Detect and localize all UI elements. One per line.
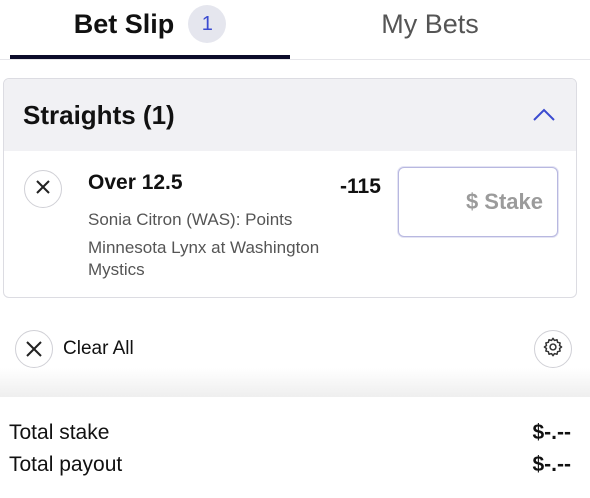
bet-market: Sonia Citron (WAS): Points: [88, 210, 293, 229]
total-payout-label: Total payout: [9, 453, 123, 476]
section-title: Straights (1): [23, 99, 175, 130]
total-payout-row: Total payout $-.--: [9, 453, 571, 477]
clear-all-button[interactable]: Clear All: [15, 330, 134, 368]
active-tab-indicator: [10, 55, 290, 59]
straights-header[interactable]: Straights (1): [4, 79, 576, 151]
total-stake-label: Total stake: [9, 421, 110, 444]
remove-bet-button[interactable]: [24, 170, 62, 208]
straights-card: Straights (1) Over 12.5 Sonia Citron (WA…: [3, 78, 577, 298]
close-icon: [15, 330, 53, 368]
tab-bet-slip-label: Bet Slip: [73, 8, 175, 39]
bet-selection: Over 12.5: [88, 171, 183, 194]
totals-panel: Total stake $-.-- Total payout $-.--: [0, 397, 590, 498]
clear-all-label: Clear All: [63, 338, 134, 359]
stake-input[interactable]: [398, 167, 558, 237]
tab-bet-slip[interactable]: Bet Slip 1: [10, 0, 290, 58]
scroll-fade: [0, 368, 590, 398]
close-icon: [35, 179, 51, 200]
total-payout-value: $-.--: [532, 453, 572, 476]
bet-item: Over 12.5 Sonia Citron (WAS): Points Min…: [4, 151, 576, 297]
bet-slip-count-badge: 1: [188, 5, 227, 43]
tab-my-bets[interactable]: My Bets: [290, 0, 570, 58]
settings-button[interactable]: [534, 330, 572, 368]
tab-my-bets-label: My Bets: [381, 8, 479, 39]
chevron-up-icon[interactable]: [530, 101, 558, 129]
bet-tabs: Bet Slip 1 My Bets: [0, 0, 590, 60]
bet-odds: -115: [340, 175, 381, 198]
gear-icon: [542, 336, 564, 363]
bet-event: Minnesota Lynx at Washington Mystics: [88, 238, 320, 279]
total-stake-row: Total stake $-.--: [9, 421, 571, 445]
total-stake-value: $-.--: [532, 421, 572, 444]
